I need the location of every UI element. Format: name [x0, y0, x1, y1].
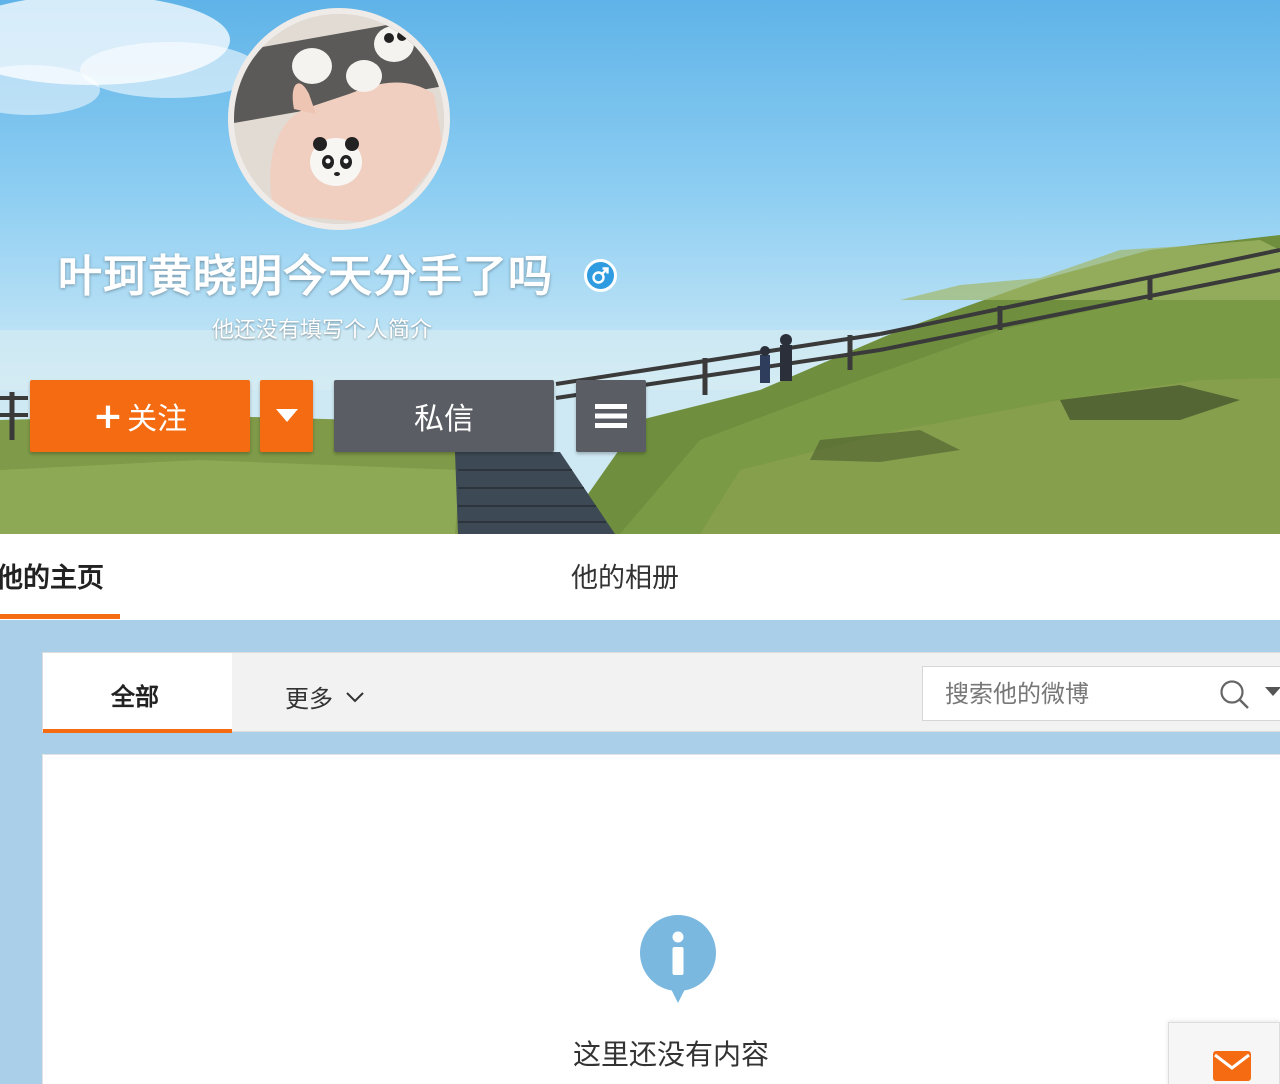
profile-bio: 他还没有填写个人简介: [212, 318, 433, 343]
filter-more-dropdown[interactable]: 更多: [285, 679, 365, 714]
message-button-label: 私信: [414, 402, 474, 437]
mail-icon: [1213, 1051, 1251, 1081]
hamburger-icon: [595, 404, 627, 428]
avatar[interactable]: [228, 8, 450, 230]
tab-active-indicator: [0, 614, 120, 619]
profile-username: 叶珂黄晓明今天分手了吗: [58, 251, 553, 302]
tab-home[interactable]: 他的主页: [0, 556, 104, 595]
follow-button[interactable]: + 关注: [30, 380, 250, 452]
profile-tabs: 他的主页 他的相册: [0, 534, 1280, 620]
feed-content: 这里还没有内容: [42, 754, 1280, 1084]
empty-state-text: 这里还没有内容: [573, 1038, 770, 1071]
feed-filter-bar: 全部 更多: [42, 652, 1280, 733]
filter-all-label: 全部: [111, 683, 159, 711]
profile-cover: 叶珂黄晓明今天分手了吗 他还没有填写个人简介 + 关注 私信: [0, 0, 1280, 534]
info-icon: [640, 915, 716, 1003]
weibo-search-box: [922, 666, 1280, 721]
filter-all-tab[interactable]: 全部: [43, 653, 232, 733]
more-menu-button[interactable]: [576, 380, 646, 452]
message-float-button[interactable]: [1168, 1022, 1280, 1084]
search-input[interactable]: [923, 667, 1213, 720]
male-icon: [584, 259, 617, 292]
caret-down-icon: [275, 409, 298, 422]
tab-album[interactable]: 他的相册: [571, 556, 679, 595]
message-button[interactable]: 私信: [334, 380, 554, 452]
caret-down-icon[interactable]: [1265, 687, 1280, 697]
follow-button-label: 关注: [127, 402, 188, 437]
filter-more-label: 更多: [285, 685, 333, 713]
search-icon[interactable]: [1219, 679, 1251, 711]
avatar-image: [234, 14, 444, 224]
chevron-down-icon: [346, 691, 364, 702]
filter-active-indicator: [43, 729, 232, 733]
follow-options-button[interactable]: [260, 380, 313, 452]
plus-icon: +: [92, 395, 124, 437]
